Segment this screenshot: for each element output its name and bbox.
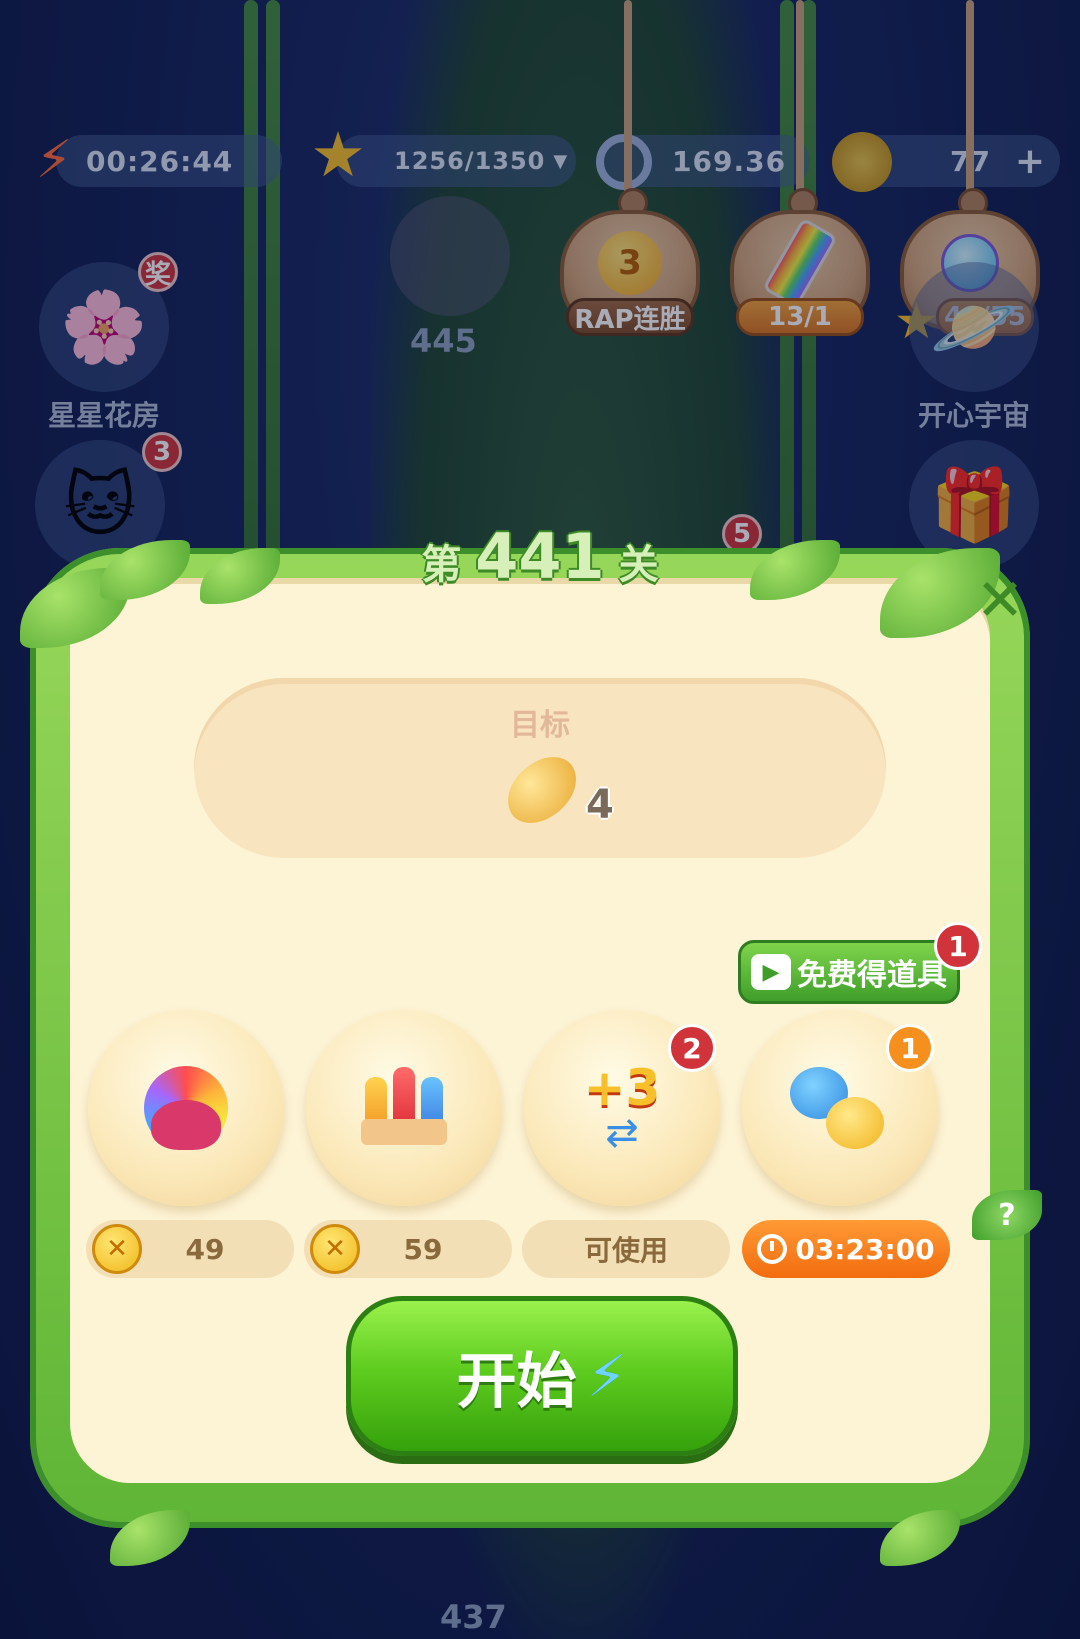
start-button[interactable]: 开始 ⚡	[346, 1296, 738, 1456]
goal-label: 目标	[510, 708, 570, 743]
status-label: 可使用	[583, 1234, 668, 1267]
level-title: 第 441 关	[0, 520, 1080, 593]
hippo-chick-icon	[790, 1058, 890, 1158]
free-props-label: 免费得道具	[797, 958, 947, 993]
booster-timer[interactable]: 03:23:00	[742, 1220, 950, 1278]
booster-price[interactable]: ✕ 49	[86, 1220, 294, 1278]
booster-count-badge: 2	[668, 1024, 716, 1072]
level-number: 441	[475, 520, 605, 593]
price-value: 49	[185, 1232, 225, 1266]
bean-icon	[495, 747, 589, 833]
booster-rainbow-owl[interactable]	[88, 1010, 284, 1206]
rainbow-owl-icon	[136, 1058, 236, 1158]
timer-value: 03:23:00	[795, 1232, 935, 1266]
plus3-swap-icon: +3 ⇄	[583, 1059, 661, 1156]
goal-panel: 目标 4	[194, 678, 886, 858]
free-props-badge: 1	[934, 922, 982, 970]
booster-price[interactable]: ✕ 59	[304, 1220, 512, 1278]
firework-rockets-icon	[354, 1058, 454, 1158]
start-label: 开始	[456, 1346, 577, 1417]
video-icon: ▶	[751, 954, 791, 990]
level-prefix: 第	[421, 542, 462, 588]
booster-firework-rockets[interactable]	[306, 1010, 502, 1206]
level-suffix: 关	[618, 542, 659, 588]
close-button[interactable]: ✕	[970, 566, 1030, 634]
goal-count: 4	[586, 782, 614, 828]
coin-icon: ✕	[310, 1224, 360, 1274]
price-value: 59	[403, 1232, 443, 1266]
clock-icon	[757, 1234, 788, 1264]
booster-status[interactable]: 可使用	[522, 1220, 730, 1278]
free-props-button[interactable]: ▶ 免费得道具	[738, 940, 960, 1004]
coin-icon: ✕	[92, 1224, 142, 1274]
energy-bolt-icon: ⚡	[586, 1342, 628, 1410]
help-icon: ?	[998, 1197, 1016, 1233]
booster-count-badge: 1	[886, 1024, 934, 1072]
